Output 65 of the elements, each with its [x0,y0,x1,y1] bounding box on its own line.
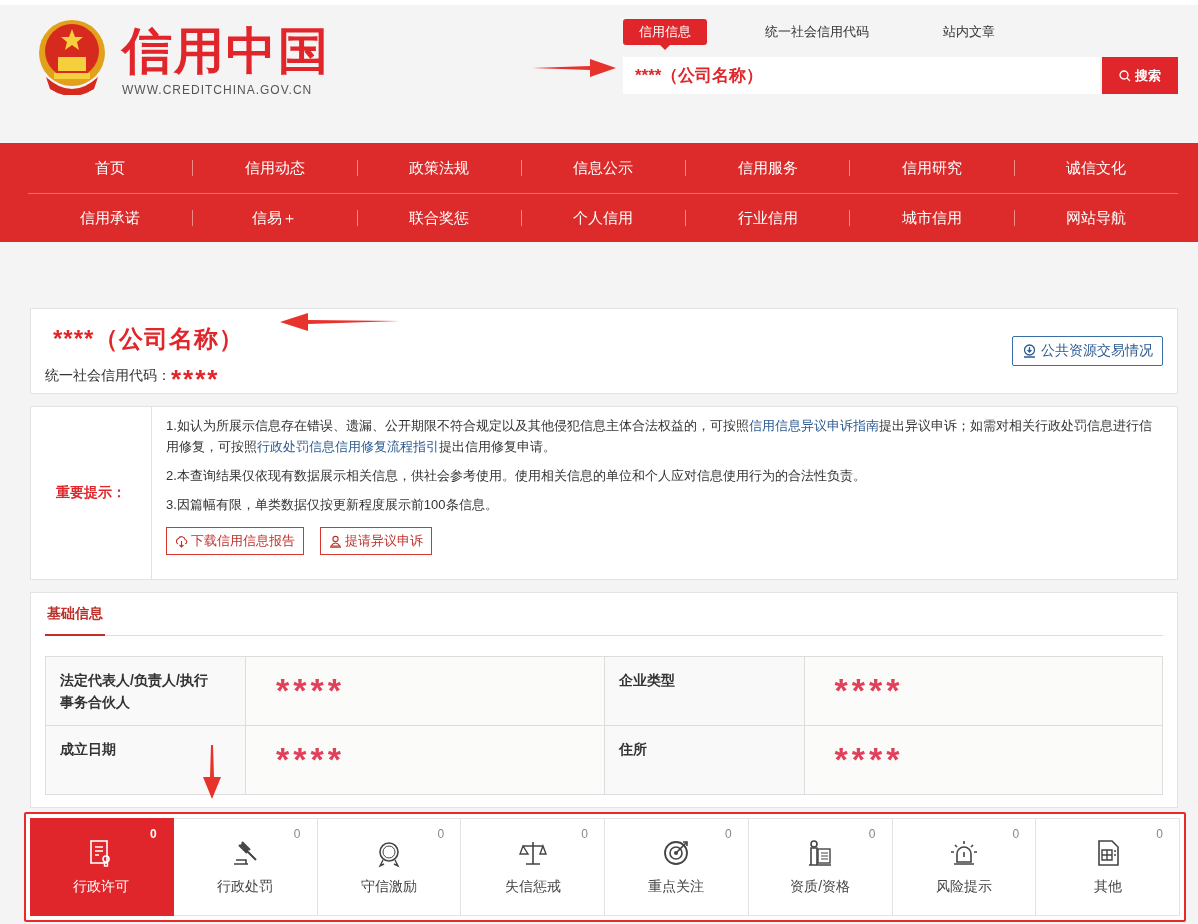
count-label: 0 [150,827,157,841]
field-label: 企业类型 [618,671,676,690]
count-label: 0 [437,827,445,841]
field-value: **** [834,671,904,709]
count-label: 0 [868,827,876,841]
category-tab[interactable]: 行政许可 0 [30,818,174,916]
person-icon [329,534,342,548]
nav-link[interactable]: 信用承诺 [80,209,141,226]
field-label: 住所 [618,740,648,759]
nav-link[interactable]: 信息公示 [573,159,634,176]
count-label: 0 [1156,827,1163,841]
nav-link[interactable]: 城市信用 [902,209,963,226]
company-name: ****（公司名称） [53,324,245,354]
credit-code: **** [171,369,220,389]
notice-text: 3.因篇幅有限，单类数据仅按更新程度展示前100条信息。 [166,496,499,514]
category-tab[interactable]: 守信激励 0 [317,818,462,916]
search-icon [1119,69,1131,82]
notice-text: 2.本查询结果仅依现有数据展示相关信息，供社会参考使用。使用相关信息的单位和个人应对信息使用行为的合法性负责。 [166,467,867,485]
nav-link[interactable]: 信用动态 [244,159,305,176]
nav-link[interactable]: 首页 [95,159,126,176]
field-value: **** [834,740,904,778]
code-label: 统一社会信用代码： [45,367,171,385]
nav-link[interactable]: 信用研究 [902,159,963,176]
nav-link[interactable]: 政策法规 [409,159,470,176]
field-value: **** [276,671,345,709]
nav-link[interactable]: 信用服务 [737,159,798,176]
search-button[interactable]: 搜索 [1102,57,1178,94]
search-tab[interactable]: 站内文章 [927,19,1011,45]
count-label: 0 [1012,827,1020,841]
field-label: 法定代表人/负责人/执行事务合伙人 [60,671,209,712]
alarm-light-icon [948,838,979,868]
search-tab[interactable]: 统一社会信用代码 [749,19,885,45]
site-title: 信用中国 [122,22,330,81]
section-tab[interactable]: 基础信息 [45,603,105,636]
search-field[interactable]: ****（公司名称） [623,57,1100,94]
nav-link[interactable]: 网站导航 [1066,209,1127,226]
nav-link[interactable]: 信易＋ [252,209,298,226]
notice-button[interactable]: 提请异议申诉 [320,527,432,555]
field-label: 成立日期 [60,740,117,759]
count-label: 0 [581,827,588,841]
category-tab[interactable]: 行政处罚 0 [173,818,318,916]
category-tab[interactable]: 重点关注 0 [605,818,749,916]
nav-link[interactable]: 个人信用 [573,209,634,226]
guide-link[interactable]: 信用信息异议申诉指南 [748,418,879,433]
nav-link[interactable]: 诚信文化 [1066,159,1127,176]
search-tab[interactable]: 信用信息 [623,19,707,45]
count-label: 0 [725,827,732,841]
cloud-download-icon [175,534,188,548]
nav-link[interactable]: 行业信用 [737,209,798,226]
annotation-arrow [203,745,221,799]
category-tab[interactable]: 风险提示 0 [892,818,1037,916]
category-tab[interactable]: 失信惩戒 0 [461,818,605,916]
count-label: 0 [293,827,301,841]
public-resource-button[interactable]: 公共资源交易情况 [1012,336,1163,366]
nav-link[interactable]: 联合奖惩 [409,209,470,226]
notice-button[interactable]: 下载信用信息报告 [166,527,304,555]
field-value: **** [276,740,345,778]
category-tab[interactable]: 资质/资格 0 [748,818,893,916]
download-icon [1022,343,1037,359]
site-url: WWW.CREDITCHINA.GOV.CN [122,83,314,97]
category-tab[interactable]: 其他 0 [1036,818,1180,916]
guide-link[interactable]: 行政处罚信息信用修复流程指引 [257,439,439,454]
notice-text: 1.如认为所展示信息存在错误、遗漏、公开期限不符合规定以及其他侵犯信息主体合法权益的，可按照信用信息异议申诉指南提出异议申诉；如需对相关行政处罚信息进行信用修复，可按照行政处罚信息信用修复流程指引提出信用修复申请。 [166,417,1153,456]
tab-pointer-icon [660,45,670,50]
notice-title: 重要提示： [56,484,126,502]
